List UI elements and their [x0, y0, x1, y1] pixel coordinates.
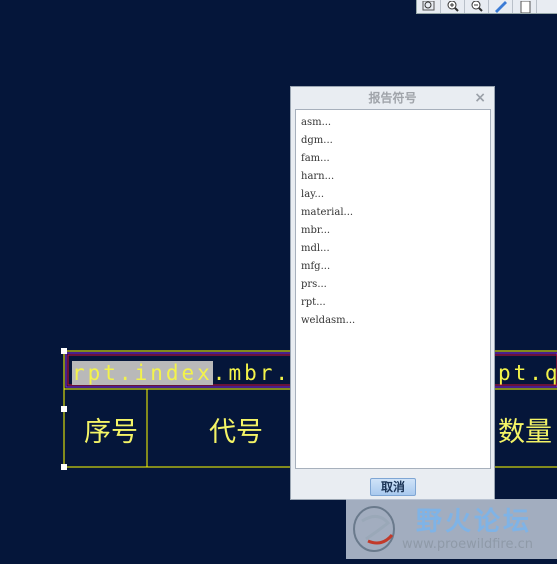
watermark-title: 野火论坛 [416, 507, 533, 537]
zoom-in-icon[interactable] [441, 0, 465, 13]
zoom-out-icon[interactable] [465, 0, 489, 13]
list-item-lay[interactable]: lay... [296, 186, 490, 204]
report-symbol-right: pt.q [498, 361, 557, 385]
list-item-rpt[interactable]: rpt... [296, 294, 490, 312]
list-item-harn[interactable]: harn... [296, 168, 490, 186]
header-index: 序号 [84, 417, 138, 448]
list-item-weldasm[interactable]: weldasm... [296, 312, 490, 330]
report-symbol-selected: rpt.index [72, 361, 213, 385]
header-quantity: 数量 [498, 417, 552, 448]
report-symbol-text[interactable]: rpt.index.mbr.na [72, 361, 322, 385]
list-item-asm[interactable]: asm... [296, 114, 490, 132]
list-item-mfg[interactable]: mfg... [296, 258, 490, 276]
dialog-title-text: 报告符号 [368, 91, 417, 105]
list-item-material[interactable]: material... [296, 204, 490, 222]
list-item-mbr[interactable]: mbr... [296, 222, 490, 240]
forum-logo-icon [353, 506, 395, 552]
page-icon[interactable] [513, 0, 537, 13]
repaint-icon[interactable] [489, 0, 513, 13]
list-item-dgm[interactable]: dgm... [296, 132, 490, 150]
list-item-prs[interactable]: prs... [296, 276, 490, 294]
view-toolbar [416, 0, 557, 14]
watermark: 野火论坛 www.proewildfire.cn [346, 499, 557, 559]
report-symbol-dialog: 报告符号 × asm... dgm... fam... harn... lay.… [290, 86, 495, 500]
watermark-url: www.proewildfire.cn [402, 537, 533, 552]
header-code: 代号 [209, 417, 263, 448]
zoom-window-icon[interactable] [417, 0, 441, 13]
dialog-title: 报告符号 × [291, 87, 494, 109]
list-item-mdl[interactable]: mdl... [296, 240, 490, 258]
symbol-list[interactable]: asm... dgm... fam... harn... lay... mate… [295, 109, 491, 469]
close-icon[interactable]: × [474, 87, 486, 109]
list-item-fam[interactable]: fam... [296, 150, 490, 168]
cancel-button[interactable]: 取消 [370, 478, 416, 496]
